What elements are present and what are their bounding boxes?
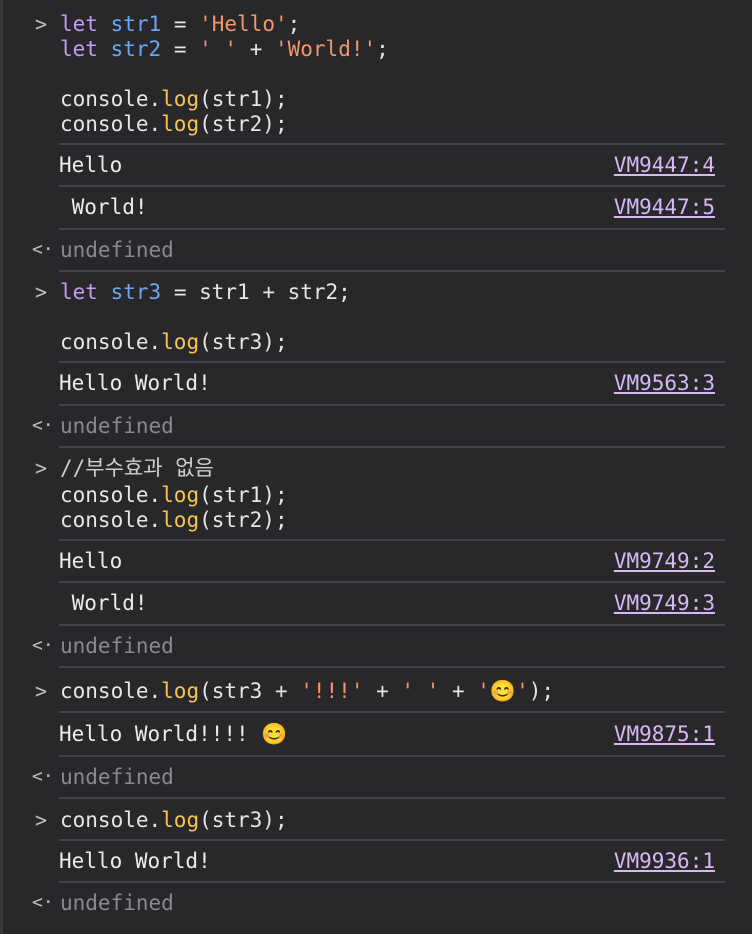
code-comment[interactable]: //부수효과 없음	[60, 455, 214, 481]
code-line[interactable]: console.log(str3);	[60, 329, 288, 355]
divider	[59, 446, 725, 448]
operator: +	[237, 37, 275, 61]
prompt-chevron-icon: >	[35, 808, 48, 832]
string-literal: 'World!'	[274, 37, 377, 61]
divider	[59, 797, 725, 799]
code-line[interactable]: let str1 = 'Hello';	[60, 11, 300, 37]
source-link[interactable]: VM9447:4	[614, 152, 715, 178]
divider	[59, 711, 725, 713]
code-line[interactable]: console.log(str2);	[60, 111, 288, 137]
string-literal: '😊'	[477, 679, 529, 703]
operator: =	[161, 37, 200, 61]
arguments: (str3);	[199, 808, 288, 832]
log-output: Hello World!	[59, 849, 211, 873]
code-line[interactable]: let str3 = str1 + str2;	[60, 279, 351, 305]
operator: =	[161, 12, 200, 36]
function-name: log	[161, 508, 200, 532]
source-link[interactable]: VM9749:3	[614, 590, 715, 616]
source-link[interactable]: VM9875:1	[614, 721, 715, 747]
object-name: console.	[60, 112, 162, 136]
source-link[interactable]: VM9563:3	[614, 370, 715, 396]
divider	[59, 539, 725, 541]
arguments: (str1);	[199, 87, 288, 111]
log-output: Hello	[59, 153, 123, 177]
return-value: undefined	[60, 634, 174, 658]
prompt-chevron-icon: >	[35, 280, 48, 304]
keyword: let	[60, 12, 98, 36]
expression: = str1 + str2;	[161, 280, 351, 304]
object-name: console.	[60, 808, 162, 832]
code-line[interactable]: let str2 = ' ' + 'World!';	[60, 36, 389, 62]
function-name: log	[161, 679, 200, 703]
function-name: log	[161, 483, 200, 507]
string-literal: 'Hello'	[199, 12, 288, 36]
return-value: undefined	[60, 238, 174, 262]
divider	[59, 666, 725, 668]
return-arrow-icon: <·	[32, 892, 54, 913]
arguments: (str1);	[199, 483, 288, 507]
string-literal: '!!!'	[300, 679, 364, 703]
keyword: let	[60, 37, 98, 61]
object-name: console.	[60, 483, 162, 507]
return-arrow-icon: <·	[32, 766, 54, 787]
object-name: console.	[60, 330, 162, 354]
keyword: let	[60, 280, 98, 304]
log-output: World!	[59, 195, 148, 219]
source-link[interactable]: VM9749:2	[614, 548, 715, 574]
punctuation: ;	[376, 37, 389, 61]
arguments: (str2);	[199, 508, 288, 532]
arguments: (str3);	[199, 330, 288, 354]
object-name: console.	[60, 679, 162, 703]
string-literal: ' '	[199, 37, 238, 61]
prompt-chevron-icon: >	[35, 12, 48, 36]
code-line[interactable]: console.log(str3);	[60, 807, 288, 833]
divider	[59, 143, 725, 145]
code-line[interactable]: console.log(str2);	[60, 507, 288, 533]
divider	[59, 185, 725, 187]
variable: str2	[110, 37, 162, 61]
function-name: log	[161, 808, 200, 832]
prompt-chevron-icon: >	[35, 456, 48, 480]
divider	[59, 881, 725, 883]
return-value: undefined	[60, 414, 174, 438]
source-link[interactable]: VM9447:5	[614, 194, 715, 220]
log-output: World!	[59, 591, 148, 615]
source-link[interactable]: VM9936:1	[614, 848, 715, 874]
arguments: (str2);	[199, 112, 288, 136]
return-arrow-icon: <·	[32, 415, 54, 436]
arguments: (str3 +	[199, 679, 301, 703]
return-value: undefined	[60, 891, 174, 915]
prompt-chevron-icon: >	[35, 679, 48, 703]
log-output: Hello World!	[59, 371, 211, 395]
function-name: log	[161, 87, 200, 111]
divider	[59, 624, 725, 626]
log-output: Hello	[59, 549, 123, 573]
operator: +	[363, 679, 402, 703]
object-name: console.	[60, 508, 162, 532]
divider	[59, 270, 725, 272]
log-output: Hello World!!!! 😊	[59, 722, 288, 746]
code-line[interactable]: console.log(str1);	[60, 86, 288, 112]
return-arrow-icon: <·	[32, 635, 54, 656]
code-line[interactable]: console.log(str1);	[60, 482, 288, 508]
string-literal: ' '	[401, 679, 440, 703]
code-line[interactable]: console.log(str3 + '!!!' + ' ' + '😊');	[60, 678, 554, 704]
function-name: log	[161, 330, 200, 354]
return-arrow-icon: <·	[32, 239, 54, 260]
variable: str3	[110, 280, 162, 304]
divider	[59, 228, 725, 230]
divider	[59, 361, 725, 363]
punctuation: ;	[287, 12, 301, 36]
return-value: undefined	[60, 765, 174, 789]
console-panel: > let str1 = 'Hello'; let str2 = ' ' + '…	[0, 0, 752, 934]
divider	[59, 404, 725, 406]
divider	[59, 755, 725, 757]
object-name: console.	[60, 87, 162, 111]
divider	[59, 839, 725, 841]
function-name: log	[161, 112, 200, 136]
punctuation: );	[528, 679, 555, 703]
variable: str1	[110, 12, 162, 36]
divider	[59, 581, 725, 583]
operator: +	[439, 679, 478, 703]
